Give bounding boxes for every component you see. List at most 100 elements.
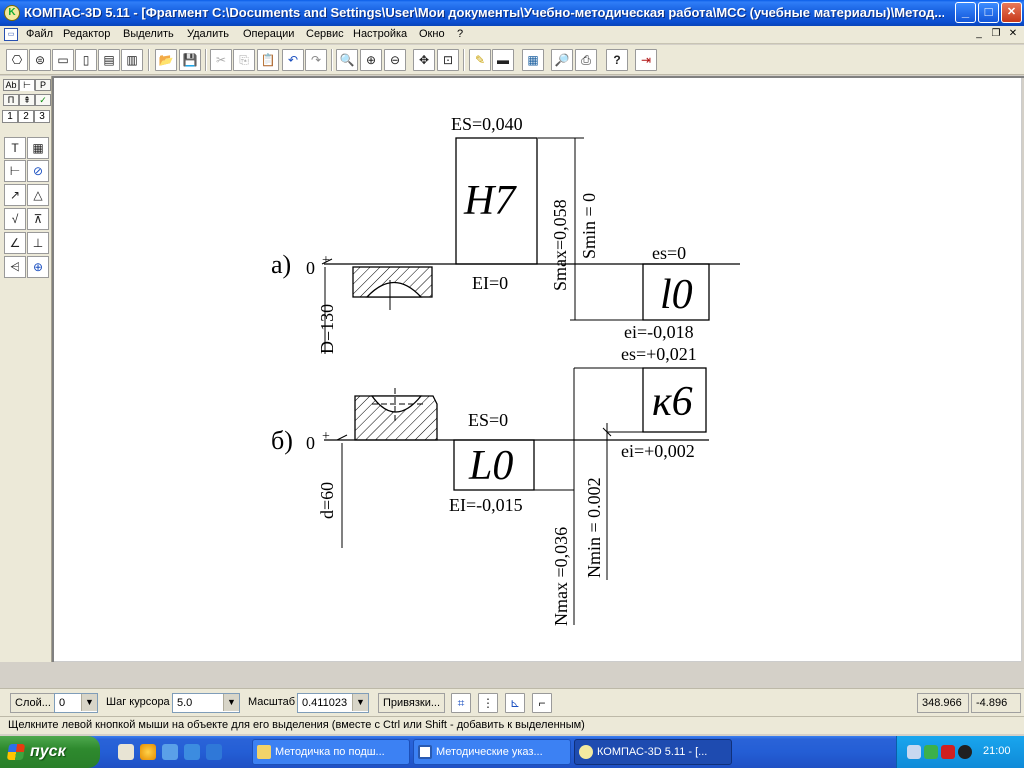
- task-folder[interactable]: Методичка по подш...: [252, 739, 410, 765]
- paste-icon[interactable]: 📋: [257, 49, 279, 71]
- palette-tab-measure[interactable]: ⇞: [19, 94, 35, 106]
- redo-icon[interactable]: ↷: [305, 49, 327, 71]
- zoom-in-icon[interactable]: ⊕: [360, 49, 382, 71]
- save-icon[interactable]: 💾: [179, 49, 201, 71]
- layer-button[interactable]: Слой...: [10, 693, 56, 713]
- dimension-tool-icon[interactable]: ⊢: [4, 160, 26, 182]
- task-word[interactable]: Методические указ...: [413, 739, 571, 765]
- menu-window[interactable]: Окно: [419, 28, 445, 40]
- leader-tool-icon[interactable]: ∠: [4, 232, 26, 254]
- main-toolbar: ⎔ ⊜ ▭ ▯ ▤ ▥ 📂 💾 ✂ ⎘ 📋 ↶ ↷ 🔍 ⊕ ⊖ ✥ ⊡ ✎ ▬ …: [0, 45, 1024, 75]
- show-desktop-icon[interactable]: [118, 744, 134, 760]
- new-sheet-icon[interactable]: ⎔: [6, 49, 28, 71]
- refresh-icon[interactable]: ✎: [469, 49, 491, 71]
- position-tool-icon[interactable]: ⊥: [27, 232, 49, 254]
- palette-tab-edit[interactable]: P: [35, 79, 51, 91]
- palette-tab-select[interactable]: ✓: [35, 94, 51, 106]
- base-tool-icon[interactable]: ⊼: [27, 208, 49, 230]
- ie-icon[interactable]: [184, 744, 200, 760]
- layers-icon[interactable]: ▬: [492, 49, 514, 71]
- ortho-icon[interactable]: ⌐: [532, 693, 552, 713]
- spec-icon[interactable]: ⊜: [29, 49, 51, 71]
- coord-x: 348.966: [917, 693, 969, 713]
- open-icon[interactable]: 📂: [155, 49, 177, 71]
- grid-icon[interactable]: ⋮: [478, 693, 498, 713]
- tolerance-tool-icon[interactable]: ⩤: [4, 256, 26, 278]
- new-fragment-icon[interactable]: ▭: [52, 49, 74, 71]
- toolbar-separator: [148, 49, 150, 71]
- cut-icon[interactable]: ✂: [210, 49, 232, 71]
- palette-tab-text[interactable]: Ab: [3, 79, 19, 91]
- task-kompas[interactable]: КОМПАС-3D 5.11 - [...: [574, 739, 732, 765]
- palette-page-1[interactable]: 1: [2, 110, 18, 123]
- kompas-app-icon[interactable]: K: [4, 5, 20, 21]
- antivirus-icon[interactable]: [941, 745, 955, 759]
- layer-dropdown-icon[interactable]: ▼: [81, 694, 97, 711]
- minimize-button[interactable]: _: [955, 2, 976, 23]
- drawing-graphics: [321, 137, 740, 625]
- maximize-button[interactable]: □: [978, 2, 999, 23]
- local-cs-icon[interactable]: ⊾: [505, 693, 525, 713]
- task-folder-label: Методичка по подш...: [275, 746, 385, 758]
- document-icon[interactable]: ▭: [4, 28, 18, 41]
- Nmin-label: Nmin = 0.002: [584, 477, 604, 578]
- pan-icon[interactable]: ✥: [413, 49, 435, 71]
- outlook-icon[interactable]: [162, 744, 178, 760]
- label-b: б): [271, 426, 293, 455]
- title-bar[interactable]: K КОМПАС-3D 5.11 - [Фрагмент C:\Document…: [0, 0, 1024, 26]
- media-player-icon[interactable]: [140, 744, 156, 760]
- mdi-close-button[interactable]: ✕: [1006, 28, 1020, 41]
- diameter-tool-icon[interactable]: ⊘: [27, 160, 49, 182]
- coord-y: -4.896: [971, 693, 1021, 713]
- mdi-minimize-button[interactable]: _: [972, 28, 986, 41]
- copy-icon[interactable]: ⎘: [233, 49, 255, 71]
- palette-tab-param[interactable]: П: [3, 94, 19, 106]
- help-icon[interactable]: ?: [606, 49, 628, 71]
- new-table-icon[interactable]: ▥: [121, 49, 143, 71]
- zoom-out-icon[interactable]: ⊖: [384, 49, 406, 71]
- browser-icon[interactable]: [206, 744, 222, 760]
- text-tool-icon[interactable]: T: [4, 137, 26, 159]
- EI-b-label: EI=-0,015: [449, 495, 523, 515]
- roughness-tool-icon[interactable]: √: [4, 208, 26, 230]
- undo-icon[interactable]: ↶: [282, 49, 304, 71]
- drawing-canvas[interactable]: а) 0 + ES=0,040 H7 EI=0 Smax=0,058 Smin …: [54, 78, 1022, 662]
- menu-select[interactable]: Выделить: [123, 28, 174, 40]
- menu-operations[interactable]: Операции: [243, 28, 294, 40]
- H7-label: H7: [464, 178, 516, 224]
- menu-file[interactable]: Файл: [26, 28, 53, 40]
- toolbar-separator: [463, 49, 465, 71]
- radius-tool-icon[interactable]: ↗: [4, 184, 26, 206]
- menu-service[interactable]: Сервис: [306, 28, 344, 40]
- palette-page-2[interactable]: 2: [18, 110, 34, 123]
- network-icon[interactable]: [924, 745, 938, 759]
- angle-tool-icon[interactable]: △: [27, 184, 49, 206]
- tool-palette: Ab ⊢ P П ⇞ ✓ 1 2 3 T ▦ ⊢ ⊘ ↗ △ √ ⊼ ∠ ⊥ ⩤…: [0, 76, 52, 662]
- start-button[interactable]: пуск: [0, 736, 100, 768]
- print-icon[interactable]: ⎙: [575, 49, 597, 71]
- calculator-icon[interactable]: ▦: [522, 49, 544, 71]
- snap-toggle-icon[interactable]: ⌗: [451, 693, 471, 713]
- close-button[interactable]: ✕: [1001, 2, 1022, 23]
- speaker-icon[interactable]: [907, 745, 921, 759]
- menu-settings[interactable]: Настройка: [353, 28, 407, 40]
- menu-help[interactable]: ?: [457, 28, 463, 40]
- menu-editor[interactable]: Редактор: [63, 28, 110, 40]
- zoom-all-icon[interactable]: ⊡: [437, 49, 459, 71]
- scale-dropdown-icon[interactable]: ▼: [352, 694, 368, 711]
- palette-tab-dimensions[interactable]: ⊢: [19, 79, 35, 91]
- taskbar: пуск Методичка по подш... Методические у…: [0, 736, 1024, 768]
- new-document-icon[interactable]: ▯: [75, 49, 97, 71]
- mdi-restore-button[interactable]: ❐: [989, 28, 1003, 41]
- palette-page-3[interactable]: 3: [34, 110, 50, 123]
- step-dropdown-icon[interactable]: ▼: [223, 694, 239, 711]
- menu-delete[interactable]: Удалить: [187, 28, 229, 40]
- preview-icon[interactable]: 🔎: [551, 49, 573, 71]
- zoom-icon[interactable]: 🔍: [336, 49, 358, 71]
- exit-icon[interactable]: ⇥: [635, 49, 657, 71]
- snaps-button[interactable]: Привязки...: [378, 693, 446, 713]
- media-tray-icon[interactable]: [958, 745, 972, 759]
- center-tool-icon[interactable]: ⊕: [27, 256, 49, 278]
- new-text-icon[interactable]: ▤: [98, 49, 120, 71]
- table-tool-icon[interactable]: ▦: [27, 137, 49, 159]
